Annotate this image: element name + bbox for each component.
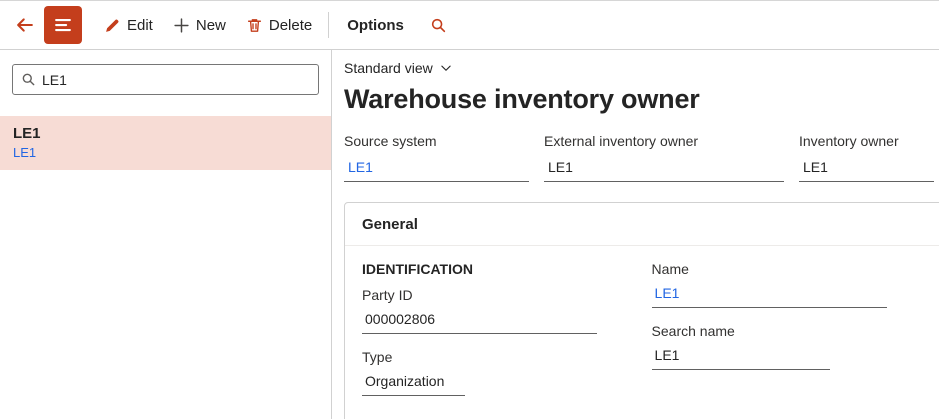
field-name: Name LE1 [651, 261, 939, 308]
edit-pencil-icon [104, 17, 121, 34]
field-search-name: Search name LE1 [651, 323, 939, 370]
list-item-subtitle: LE1 [13, 145, 37, 160]
field-label: Type [362, 349, 393, 365]
delete-trash-icon [246, 17, 263, 34]
chevron-down-icon [440, 62, 452, 74]
field-label: Inventory owner [799, 133, 899, 149]
field-label: Source system [344, 133, 437, 149]
edit-button-label: Edit [127, 16, 153, 34]
delete-button-label: Delete [268, 16, 313, 34]
identification-group-heading: IDENTIFICATION [362, 261, 473, 277]
general-section-body: IDENTIFICATION Party ID 000002806 Type O… [345, 246, 939, 411]
delete-button[interactable]: Delete [236, 7, 322, 43]
toggle-list-pane-button[interactable] [44, 6, 82, 44]
content-area: Standard view Warehouse inventory owner … [332, 50, 939, 419]
field-type: Type Organization [362, 349, 652, 396]
field-label: Party ID [362, 287, 413, 303]
field-value[interactable]: LE1 [651, 284, 887, 308]
options-button-label: Options [347, 16, 404, 34]
general-tab-label: General [362, 216, 418, 233]
list-item[interactable]: LE1 LE1 [0, 116, 331, 170]
search-icon [430, 17, 447, 34]
edit-button[interactable]: Edit [94, 7, 163, 43]
general-tab-header[interactable]: General [345, 203, 939, 246]
list-pane: LE1 LE1 [0, 50, 332, 419]
field-value[interactable]: LE1 [651, 346, 830, 370]
field-value[interactable]: 000002806 [362, 310, 597, 334]
page-title: Warehouse inventory owner [344, 84, 700, 114]
new-button-label: New [195, 16, 226, 34]
back-arrow-icon [15, 15, 35, 35]
command-bar: Edit New Delete Options [0, 0, 939, 50]
field-value[interactable]: LE1 [344, 158, 529, 182]
field-label: Name [651, 261, 689, 277]
list-pane-toggle-icon [53, 15, 73, 35]
back-button[interactable] [8, 7, 42, 43]
main-area: LE1 LE1 Standard view Warehouse inventor… [0, 50, 939, 419]
field-inventory-owner: Inventory owner LE1 [799, 133, 934, 182]
plus-icon [173, 17, 190, 34]
new-button[interactable]: New [163, 7, 236, 43]
field-external-inventory-owner: External inventory owner LE1 [544, 133, 784, 182]
field-value[interactable]: Organization [362, 372, 465, 396]
options-button[interactable]: Options [335, 7, 416, 43]
list-item-title: LE1 [13, 125, 41, 142]
general-left-column: IDENTIFICATION Party ID 000002806 Type O… [362, 261, 652, 411]
general-section: General IDENTIFICATION Party ID 00000280… [344, 202, 939, 419]
toolbar-search-button[interactable] [422, 7, 456, 43]
field-value[interactable]: LE1 [799, 158, 934, 182]
toolbar-divider [328, 12, 330, 38]
list-search-icon [21, 72, 36, 87]
header-fields: Source system LE1 External inventory own… [344, 133, 939, 182]
field-label: Search name [651, 323, 735, 339]
field-label: External inventory owner [544, 133, 699, 149]
view-selector[interactable]: Standard view [344, 60, 452, 76]
field-party-id: Party ID 000002806 [362, 287, 652, 334]
view-selector-label: Standard view [344, 60, 433, 76]
list-search-box [12, 64, 319, 95]
field-value[interactable]: LE1 [544, 158, 784, 182]
list-search-input[interactable] [42, 71, 310, 88]
general-right-column: Name LE1 Search name LE1 [651, 261, 939, 411]
field-source-system: Source system LE1 [344, 133, 529, 182]
record-list: LE1 LE1 [0, 116, 331, 170]
